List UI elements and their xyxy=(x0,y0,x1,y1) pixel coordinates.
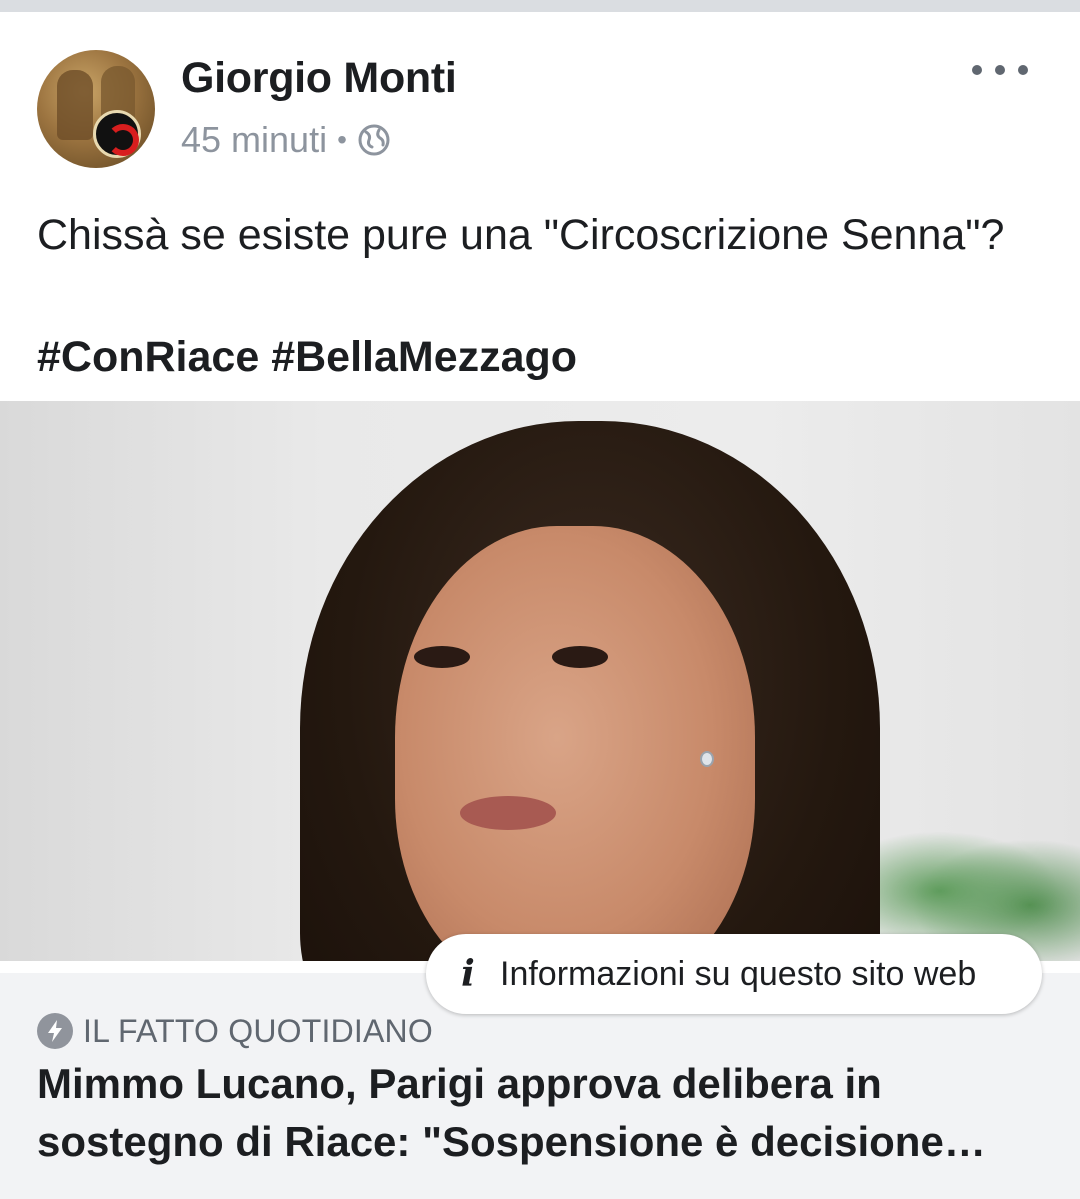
post-hashtags[interactable]: #ConRiace #BellaMezzago xyxy=(37,327,577,388)
ellipsis-icon[interactable] xyxy=(972,58,1028,82)
link-source: IL FATTO QUOTIDIANO xyxy=(37,1011,433,1051)
globe-icon[interactable] xyxy=(357,123,391,157)
post-text: Chissà se esiste pure una "Circoscrizion… xyxy=(37,211,1005,259)
lightning-bolt-icon xyxy=(37,1013,73,1049)
post-meta: 45 minuti • xyxy=(181,118,391,162)
info-icon: i xyxy=(461,953,475,995)
meta-separator: • xyxy=(337,124,347,155)
avatar-badge-icon xyxy=(93,110,141,158)
top-divider xyxy=(0,0,1080,12)
post-time[interactable]: 45 minuti xyxy=(181,119,327,161)
site-info-button[interactable]: i Informazioni su questo sito web xyxy=(426,934,1042,1014)
author-avatar[interactable] xyxy=(37,50,155,168)
avatar-figure-left xyxy=(57,70,93,140)
link-headline[interactable]: Mimmo Lucano, Parigi approva delibera in… xyxy=(37,1055,1047,1171)
site-info-label: Informazioni su questo sito web xyxy=(500,954,977,993)
author-name[interactable]: Giorgio Monti xyxy=(181,54,457,103)
source-name: IL FATTO QUOTIDIANO xyxy=(83,1012,433,1049)
link-preview-image[interactable] xyxy=(0,401,1080,961)
